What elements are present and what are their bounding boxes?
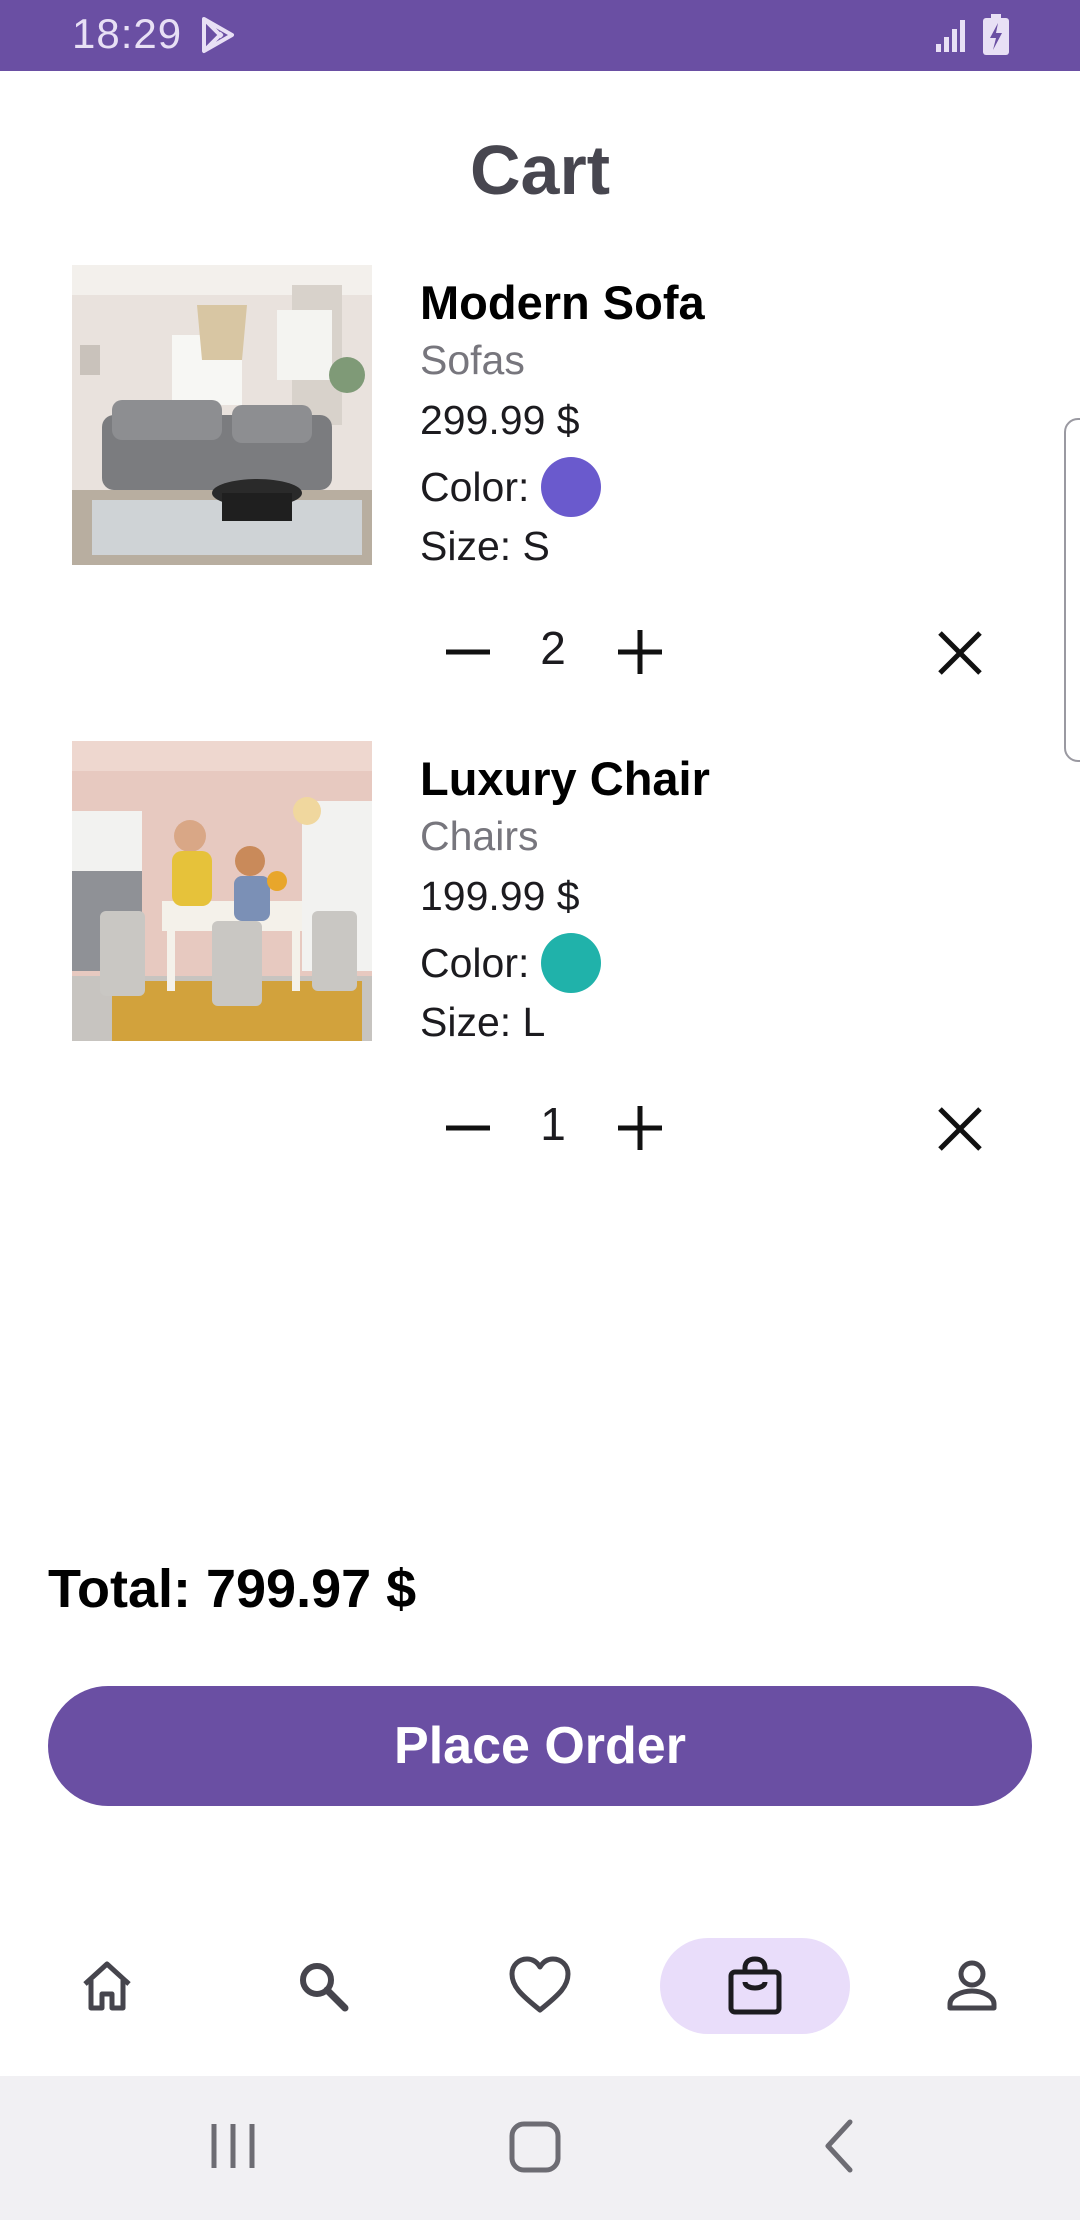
color-label: Color: — [420, 463, 530, 510]
close-icon — [938, 631, 982, 675]
product-name: Luxury Chair — [420, 752, 710, 805]
product-size: Size: L — [420, 999, 546, 1045]
decrease-quantity-button[interactable] — [430, 617, 506, 687]
product-image — [72, 265, 372, 565]
cart-total: Total: 799.97 $ — [48, 1559, 417, 1619]
cart-item: Modern Sofa Sofas 299.99 $ Color: Size: … — [0, 265, 1080, 695]
shopping-bag-icon — [728, 1956, 782, 2015]
signal-icon — [936, 20, 965, 52]
heart-icon — [509, 1956, 571, 2013]
color-swatch — [541, 457, 602, 517]
remove-item-button[interactable] — [922, 615, 998, 691]
nav-cart[interactable] — [660, 1938, 850, 2034]
product-color: Color: — [420, 457, 602, 517]
nav-search[interactable] — [228, 1938, 418, 2034]
product-color: Color: — [420, 933, 602, 993]
profile-icon — [947, 1960, 997, 2011]
recent-apps-icon[interactable] — [208, 2116, 258, 2176]
decrease-quantity-button[interactable] — [430, 1093, 506, 1163]
cart-item: Luxury Chair Chairs 199.99 $ Color: Size… — [0, 741, 1080, 1171]
minus-icon — [446, 649, 490, 655]
system-navigation-bar — [0, 2076, 1080, 2220]
plus-icon — [618, 1106, 662, 1150]
plus-icon — [618, 630, 662, 674]
search-icon — [300, 1963, 349, 2012]
status-time: 18:29 — [72, 10, 183, 57]
increase-quantity-button[interactable] — [602, 617, 678, 687]
minus-icon — [446, 1125, 490, 1131]
nav-home[interactable] — [12, 1938, 202, 2034]
place-order-button[interactable]: Place Order — [48, 1686, 1032, 1806]
product-size: Size: S — [420, 523, 550, 569]
back-icon[interactable] — [818, 2116, 858, 2176]
nav-favorites[interactable] — [445, 1938, 635, 2034]
product-category: Chairs — [420, 813, 539, 859]
play-store-icon — [202, 17, 234, 53]
product-category: Sofas — [420, 337, 525, 383]
remove-item-button[interactable] — [922, 1091, 998, 1167]
product-price: 299.99 $ — [420, 397, 580, 443]
home-button-icon[interactable] — [508, 2116, 564, 2176]
status-bar: 18:29 — [0, 0, 1080, 71]
battery-charging-icon — [983, 14, 1009, 55]
edge-panel-handle[interactable] — [1064, 418, 1080, 762]
home-icon — [83, 1961, 131, 2011]
bottom-navigation — [0, 1920, 1080, 2076]
product-image — [72, 741, 372, 1041]
quantity-value: 1 — [540, 1098, 566, 1150]
color-label: Color: — [420, 939, 530, 986]
nav-profile[interactable] — [877, 1938, 1067, 2034]
product-price: 199.99 $ — [420, 873, 580, 919]
quantity-value: 2 — [540, 622, 566, 674]
color-swatch — [541, 933, 602, 993]
product-name: Modern Sofa — [420, 276, 705, 329]
increase-quantity-button[interactable] — [602, 1093, 678, 1163]
page-title: Cart — [469, 131, 611, 209]
close-icon — [938, 1107, 982, 1151]
